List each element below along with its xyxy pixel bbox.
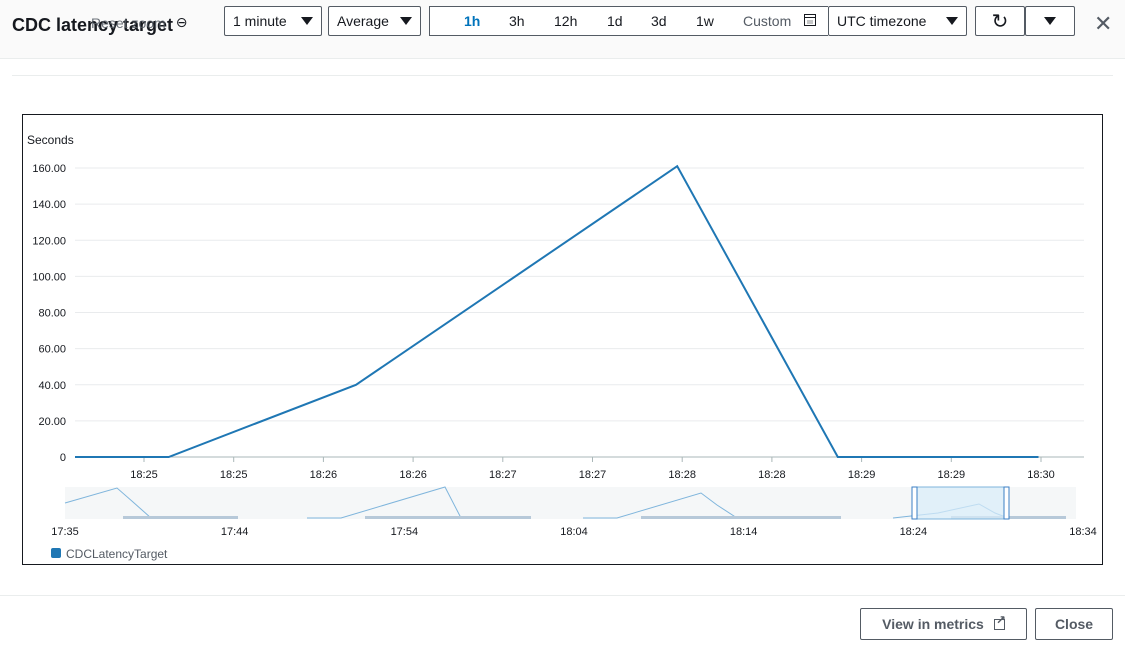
range-3h[interactable]: 3h (509, 13, 525, 29)
x-tick-label: 18:25 (130, 469, 158, 481)
dialog-header: CDC latency target Reset zoom ⊖ 1 minute… (0, 0, 1125, 59)
overview-handle-right (1003, 486, 1010, 520)
refresh-button[interactable]: ↻ (975, 6, 1025, 36)
view-in-metrics-label: View in metrics (882, 616, 984, 632)
x-tick-label: 18:28 (758, 469, 786, 481)
period-select-value: 1 minute (233, 13, 287, 29)
reset-zoom-button[interactable]: Reset zoom ⊖ (91, 14, 187, 31)
overview-baseline (641, 516, 841, 519)
external-link-icon (993, 613, 1006, 630)
x-tick-label: 18:30 (1027, 469, 1055, 481)
chevron-down-icon (400, 17, 412, 25)
calendar-icon[interactable] (804, 14, 816, 26)
reset-zoom-label: Reset zoom (91, 14, 166, 31)
x-tick-label: 18:28 (668, 469, 696, 481)
range-3d[interactable]: 3d (651, 13, 667, 29)
overview-tick-label: 18:14 (730, 526, 758, 538)
overview-tick-label: 17:54 (391, 526, 419, 538)
time-range-group: 1h 3h 12h 1d 3d 1w Custom (429, 6, 828, 36)
range-12h[interactable]: 12h (554, 13, 577, 29)
timezone-select[interactable]: UTC timezone (828, 6, 967, 36)
statistic-select[interactable]: Average (328, 6, 421, 36)
chevron-down-icon (1044, 17, 1056, 25)
overview-tick-label: 17:35 (51, 526, 79, 538)
y-tick-label: 0 (60, 452, 66, 464)
range-1h[interactable]: 1h (464, 13, 480, 29)
y-tick-label: 20.00 (38, 416, 66, 428)
zoom-out-icon: ⊖ (175, 14, 188, 30)
timezone-select-value: UTC timezone (837, 13, 927, 29)
overview-handle-left (911, 486, 918, 520)
overview-tick-label: 18:04 (560, 526, 588, 538)
y-tick-label: 40.00 (38, 380, 66, 392)
x-tick-label: 18:26 (399, 469, 427, 481)
range-1d[interactable]: 1d (607, 13, 623, 29)
overview-baseline (123, 516, 238, 519)
close-icon[interactable]: ✕ (1094, 13, 1112, 35)
legend-swatch (51, 548, 61, 558)
x-tick-label: 18:27 (579, 469, 607, 481)
y-tick-label: 60.00 (38, 344, 66, 356)
series-line (75, 164, 1039, 458)
close-button[interactable]: Close (1035, 608, 1113, 640)
statistic-select-value: Average (337, 13, 389, 29)
period-select[interactable]: 1 minute (224, 6, 322, 36)
y-axis-label: Seconds (27, 133, 74, 147)
overview-selection (914, 486, 1010, 520)
chart-frame: Seconds 160.00 140.00 120.00 100.00 80.00 60.0… (22, 114, 1103, 565)
range-custom[interactable]: Custom (743, 13, 791, 29)
y-tick-label: 100.00 (32, 271, 66, 283)
divider (12, 75, 1113, 76)
footer-divider (0, 595, 1125, 596)
y-tick-label: 160.00 (32, 163, 66, 175)
view-in-metrics-button[interactable]: View in metrics (860, 608, 1027, 640)
line-chart: Seconds 160.00 140.00 120.00 100.00 80.00 60.0… (27, 133, 1097, 561)
overview-tick-label: 18:34 (1069, 526, 1097, 538)
refresh-options-button[interactable] (1025, 6, 1075, 36)
x-tick-label: 18:26 (310, 469, 338, 481)
overview-tick-label: 17:44 (221, 526, 249, 538)
chevron-down-icon (301, 17, 313, 25)
range-1w[interactable]: 1w (696, 13, 714, 29)
chevron-down-icon (946, 17, 958, 25)
overview-baseline (365, 516, 531, 519)
y-tick-label: 120.00 (32, 235, 66, 247)
close-button-label: Close (1054, 616, 1094, 632)
x-tick-label: 18:29 (938, 469, 966, 481)
x-tick-label: 18:27 (489, 469, 517, 481)
x-tick-label: 18:29 (848, 469, 876, 481)
legend-label: CDCLatencyTarget (66, 547, 168, 561)
overview-tick-label: 18:24 (900, 526, 928, 538)
y-tick-label: 140.00 (32, 199, 66, 211)
y-tick-label: 80.00 (38, 308, 66, 320)
refresh-icon: ↻ (991, 10, 1009, 33)
x-tick-label: 18:25 (220, 469, 248, 481)
